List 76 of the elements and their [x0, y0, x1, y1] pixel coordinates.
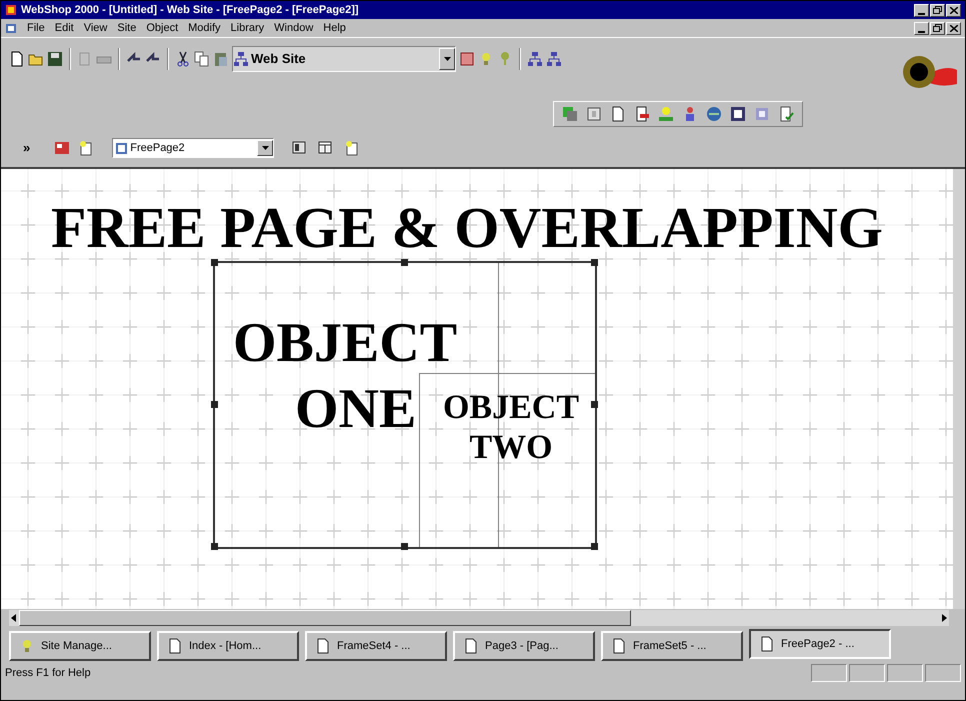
restore-icon — [933, 24, 942, 32]
caret-icon — [444, 57, 450, 61]
clipboard-icon[interactable] — [213, 51, 229, 67]
document-tab[interactable]: FrameSet5 - ... — [601, 631, 743, 661]
document-tab[interactable]: Site Manage... — [9, 631, 151, 661]
document-icon[interactable] — [9, 51, 25, 67]
app-icon — [5, 4, 17, 16]
close-button[interactable] — [946, 4, 961, 16]
menu-item[interactable]: Library — [226, 20, 270, 36]
document-tab[interactable]: FrameSet4 - ... — [305, 631, 447, 661]
close-icon — [950, 24, 958, 32]
scroll-left-icon[interactable] — [9, 613, 19, 623]
menu-item[interactable]: File — [22, 20, 50, 36]
logo-icon — [901, 54, 957, 90]
page-icon — [463, 638, 479, 654]
menu-item[interactable]: Edit — [50, 20, 79, 36]
horizontal-scrollbar[interactable] — [9, 610, 949, 626]
page-heading: FREE PAGE & OVERLAPPING — [51, 199, 883, 257]
page-icon — [759, 636, 775, 652]
globe-icon[interactable] — [706, 106, 722, 122]
layout-icon[interactable] — [292, 140, 308, 156]
menu-item[interactable]: Object — [141, 20, 184, 36]
page-icon — [115, 142, 128, 154]
sparkle-page-icon[interactable] — [78, 140, 94, 156]
document-tab[interactable]: FreePage2 - ... — [749, 629, 891, 659]
scroll-right-icon[interactable] — [939, 613, 949, 623]
restore-button[interactable] — [930, 4, 945, 16]
vertical-scrollbar[interactable] — [953, 169, 965, 609]
page-icon[interactable] — [634, 106, 650, 122]
status-panel — [811, 664, 847, 682]
document-icon — [5, 22, 18, 34]
scissors-icon[interactable] — [175, 51, 191, 67]
menu-item[interactable]: Modify — [183, 20, 226, 36]
sparkle-page-icon[interactable] — [344, 140, 360, 156]
scrollbar-thumb[interactable] — [19, 610, 631, 626]
frame-icon[interactable] — [586, 106, 602, 122]
page-icon — [315, 638, 331, 654]
network-icon — [233, 51, 249, 67]
document-tab[interactable]: Page3 - [Pag... — [453, 631, 595, 661]
table-icon[interactable] — [318, 140, 334, 156]
caret-icon — [262, 146, 269, 150]
hierarchy-icon[interactable] — [527, 51, 543, 67]
object-text: OBJECT — [442, 391, 580, 425]
status-text: Press F1 for Help — [5, 666, 91, 681]
hierarchy-icon[interactable] — [546, 51, 562, 67]
menu-item[interactable]: View — [78, 20, 112, 36]
document-check-icon[interactable] — [778, 106, 794, 122]
selection-frame[interactable] — [213, 261, 597, 549]
object-text: ONE — [295, 381, 416, 437]
copy-icon[interactable] — [194, 51, 210, 67]
minimize-icon — [918, 30, 925, 32]
minimize-button[interactable] — [914, 4, 929, 16]
toolbar-chevron[interactable]: » — [23, 138, 30, 158]
close-icon — [950, 6, 958, 14]
menu-item[interactable]: Site — [112, 20, 142, 36]
object-text: OBJECT — [233, 315, 458, 371]
page-icon[interactable] — [610, 106, 626, 122]
restore-icon — [933, 6, 942, 14]
window-title: WebShop 2000 - [Untitled] - Web Site - [FreePage2 - [FreePage2]] — [21, 2, 359, 18]
page-combo[interactable]: FreePage2 — [112, 138, 274, 158]
document-tab[interactable]: Index - [Hom... — [157, 631, 299, 661]
status-panel — [887, 664, 923, 682]
page-icon — [611, 638, 627, 654]
status-panel — [925, 664, 961, 682]
menu-item[interactable]: Help — [318, 20, 351, 36]
restore-button[interactable] — [930, 22, 945, 34]
page-icon — [167, 638, 183, 654]
close-button[interactable] — [946, 22, 961, 34]
minimize-button[interactable] — [914, 22, 929, 34]
landscape-icon[interactable] — [658, 106, 674, 122]
menu-item[interactable]: Window — [269, 20, 318, 36]
status-panel — [849, 664, 885, 682]
view-combo[interactable]: Web Site — [232, 46, 456, 72]
panel-icon[interactable] — [54, 140, 70, 156]
minimize-icon — [918, 12, 925, 14]
object-text: TWO — [468, 431, 554, 465]
